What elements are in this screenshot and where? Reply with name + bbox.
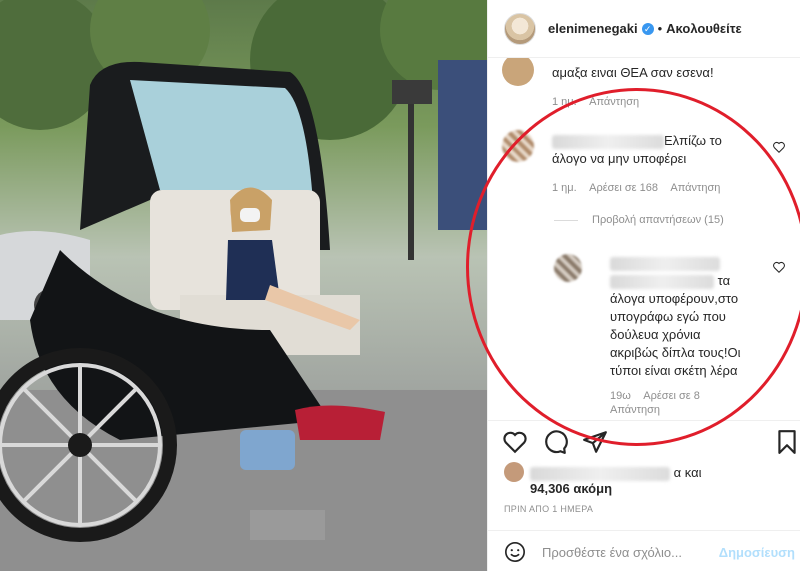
post-actions — [488, 420, 800, 464]
post-header: elenimenegaki ✓ • Ακολουθείτε — [488, 0, 800, 58]
blurred-username — [552, 134, 664, 149]
reply-button[interactable]: Απάντηση — [589, 96, 639, 108]
heart-icon[interactable] — [502, 429, 528, 455]
reply-text-line: ακριβώς δίπλα τους!Οι — [610, 345, 741, 360]
liker-avatar[interactable] — [504, 462, 524, 482]
comment-meta: 1 ημ. Απάντηση — [552, 96, 639, 108]
bookmark-icon[interactable] — [774, 429, 800, 455]
carriage-image — [0, 0, 487, 571]
liked-by-line: α και — [530, 465, 702, 481]
comment-text-line: άλογο να μην υποφέρει — [552, 151, 687, 166]
reply-like-icon[interactable] — [772, 260, 786, 274]
reply-time: 19ω — [610, 390, 631, 402]
blurred-text — [610, 274, 714, 289]
header-separator: • — [657, 21, 663, 36]
comment-meta: 1 ημ. Αρέσει σε 168 Απάντηση — [552, 182, 720, 194]
reply-likes[interactable]: Αρέσει σε 8 — [643, 390, 700, 402]
comment-likes[interactable]: Αρέσει σε 168 — [589, 182, 658, 194]
comment-icon[interactable] — [542, 429, 568, 455]
share-icon[interactable] — [582, 429, 608, 455]
reply-text-line: δούλευα χρόνια — [610, 327, 701, 342]
post-sidebar: elenimenegaki ✓ • Ακολουθείτε αμαξα εινα… — [487, 0, 800, 571]
comment-like-icon[interactable] — [772, 140, 786, 154]
reply-button[interactable]: Απάντηση — [670, 182, 720, 194]
reply-text-line: υπογράφω εγώ που — [610, 309, 726, 324]
reply-button[interactable]: Απάντηση — [610, 404, 660, 416]
reply-text: τα — [610, 272, 730, 290]
comment-text: αμαξα ειναι ΘΕΑ σαν εσενα! — [552, 65, 714, 80]
likes-count[interactable]: 94,306 ακόμη — [530, 481, 612, 496]
blurred-username — [610, 256, 720, 271]
view-replies-button[interactable]: Προβολή απαντήσεων (15) — [554, 214, 724, 226]
reply-avatar[interactable] — [554, 254, 582, 282]
following-button[interactable]: Ακολουθείτε — [666, 21, 742, 36]
post-photo[interactable] — [0, 0, 487, 571]
reply-text-line: άλογα υποφέρουν,στο — [610, 291, 739, 306]
comment-time: 1 ημ. — [552, 96, 577, 108]
comment-avatar[interactable] — [502, 58, 534, 86]
emoji-icon[interactable] — [504, 541, 526, 563]
reply-text-line: τύποι είναι σκέτη λέρα — [610, 363, 738, 378]
blurred-liker-name — [530, 466, 670, 481]
reply-text — [610, 254, 720, 272]
comment-time: 1 ημ. — [552, 182, 577, 194]
profile-username[interactable]: elenimenegaki — [548, 21, 638, 36]
post-comment-button[interactable]: Δημοσίευση — [719, 545, 795, 560]
comments-list: αμαξα ειναι ΘΕΑ σαν εσενα! 1 ημ. Απάντησ… — [488, 58, 800, 418]
comment-avatar[interactable] — [502, 130, 534, 162]
verified-icon: ✓ — [641, 22, 654, 35]
profile-avatar[interactable] — [504, 12, 536, 45]
post-time: ΠΡΙΝ ΑΠΟ 1 ΗΜΕΡΑ — [504, 504, 594, 514]
reply-meta: 19ω Αρέσει σε 8 — [610, 390, 710, 402]
add-comment-bar: Προσθέστε ένα σχόλιο... Δημοσίευση — [488, 530, 800, 571]
add-comment-input[interactable]: Προσθέστε ένα σχόλιο... — [542, 545, 682, 560]
comment-text: Ελπίζω το — [552, 132, 722, 150]
